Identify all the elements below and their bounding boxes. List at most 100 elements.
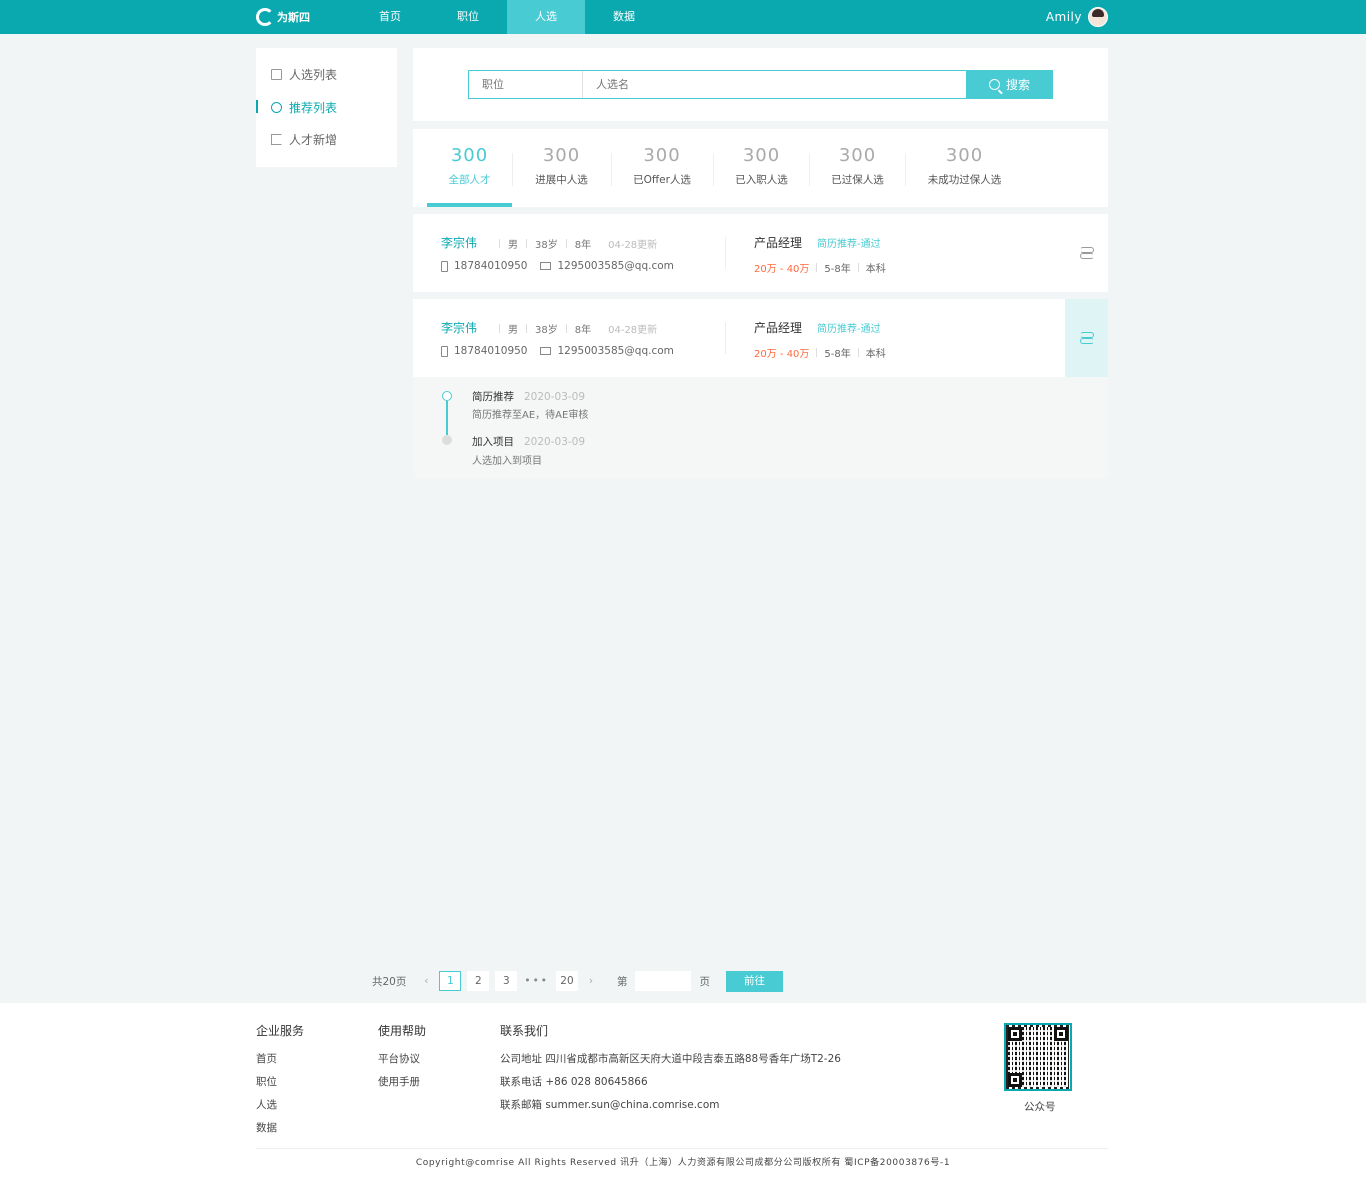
page-button[interactable]: 3 (495, 971, 518, 991)
tab-all[interactable]: 300 全部人才 (427, 129, 512, 207)
nav-candidates[interactable]: 人选 (507, 0, 585, 34)
sidebar-item-label: 推荐列表 (289, 100, 338, 115)
job-title: 产品经理 (754, 321, 803, 335)
mail-icon (539, 347, 551, 355)
candidate-contact: 18784010950 1295003585@qq.com (441, 260, 674, 272)
avatar[interactable] (1088, 7, 1108, 27)
candidate-name[interactable]: 李宗伟 (441, 319, 477, 336)
search-button-label: 搜索 (1005, 78, 1030, 92)
candidate-meta: 男 38岁 8年 04-28更新 (491, 321, 657, 336)
status-badge: 简历推荐-通过 (817, 324, 881, 335)
candidate-meta: 男 38岁 8年 04-28更新 (491, 236, 657, 251)
footer-col-contact: 联系我们 公司地址 四川省成都市高新区天府大道中段吉泰五路88号香年广场T2-2… (500, 1022, 841, 1122)
tab-label: 全部人才 (448, 174, 491, 186)
candidate-card[interactable]: 李宗伟 男 38岁 8年 04-28更新 18784010950 1295003… (413, 299, 1108, 377)
divider (526, 324, 527, 333)
phone-icon (441, 260, 448, 272)
candidate-updated: 04-28更新 (608, 325, 658, 336)
footer: 企业服务 首页 职位 人选 数据 使用帮助 平台协议 使用手册 联系我们 公司地… (0, 1003, 1366, 1180)
nav-positions[interactable]: 职位 (429, 0, 507, 34)
candidate-phone: 18784010950 (454, 345, 528, 357)
swap-icon (1079, 332, 1094, 344)
candidate-gender: 男 (508, 240, 518, 251)
tab-guaranteed[interactable]: 300 已过保人选 (810, 129, 905, 207)
candidate-name-input[interactable] (583, 71, 966, 98)
candidate-gender: 男 (508, 325, 518, 336)
divider (816, 263, 818, 272)
more-pages-icon[interactable]: ••• (524, 975, 549, 987)
salary-range: 20万 - 40万 (754, 349, 810, 360)
logo[interactable]: 为斯四 (256, 6, 312, 28)
page-button[interactable]: 20 (555, 971, 578, 991)
divider (857, 348, 859, 357)
sidebar-item-add-talent[interactable]: 人才新增 (256, 127, 397, 151)
footer-col-help: 使用帮助 平台协议 使用手册 (378, 1022, 426, 1099)
prev-page-icon[interactable]: ‹ (416, 975, 436, 987)
user-menu[interactable]: Amily (1046, 7, 1108, 27)
tab-onboarded[interactable]: 300 已入职人选 (714, 129, 809, 207)
timeline-event-date: 2020-03-09 (524, 391, 586, 403)
years-required: 5-8年 (824, 349, 851, 360)
tab-label: 已入职人选 (735, 174, 788, 186)
page-button[interactable]: 2 (467, 971, 490, 991)
page-button[interactable]: 1 (439, 971, 462, 991)
position-search-input[interactable] (469, 71, 583, 98)
goto-prefix: 第 (616, 975, 628, 988)
tab-failed-guarantee[interactable]: 300 未成功过保人选 (906, 129, 1023, 207)
divider (725, 322, 726, 354)
top-navbar: 为斯四 首页 职位 人选 数据 Amily (0, 0, 1366, 34)
logo-text: 为斯四 (277, 10, 310, 24)
footer-link[interactable]: 人选 (256, 1099, 304, 1112)
footer-link[interactable]: 平台协议 (378, 1053, 426, 1066)
candidate-contact: 18784010950 1295003585@qq.com (441, 345, 674, 357)
progress-timeline: 简历推荐 2020-03-09 简历推荐至AE，待AE审核 加入项目 2020-03… (413, 377, 1108, 478)
divider (565, 239, 567, 248)
sidebar-item-recommend-list[interactable]: 推荐列表 (256, 95, 397, 119)
qr-corner (1054, 1027, 1068, 1041)
goto-button[interactable]: 前往 (725, 970, 783, 992)
qr-code (1004, 1023, 1072, 1091)
divider (499, 324, 500, 333)
footer-link[interactable]: 首页 (256, 1053, 304, 1066)
company-phone: 联系电话 +86 028 80645866 (500, 1076, 648, 1088)
nav-data[interactable]: 数据 (585, 0, 663, 34)
qr-caption: 公众号 (1024, 1101, 1056, 1113)
timeline-dot (442, 435, 452, 445)
tab-in-progress[interactable]: 300 进展中人选 (513, 129, 610, 207)
goto-page-input[interactable] (635, 971, 692, 991)
toggle-progress-button[interactable] (1065, 299, 1108, 377)
footer-heading: 联系我们 (500, 1024, 549, 1038)
candidate-card[interactable]: 李宗伟 男 38岁 8年 04-28更新 18784010950 1295003… (413, 214, 1108, 292)
search-box: 搜索 (468, 70, 1053, 99)
page-total: 共20页 (372, 975, 407, 988)
candidate-age: 38岁 (535, 325, 558, 336)
user-circle-icon (271, 101, 282, 113)
tab-label: 进展中人选 (535, 174, 588, 186)
goto-suffix: 页 (699, 975, 710, 988)
qr-corner (1008, 1073, 1022, 1087)
user-name[interactable]: Amily (1046, 10, 1082, 24)
tab-count: 300 (542, 145, 581, 166)
tab-offer[interactable]: 300 已Offer人选 (612, 129, 712, 207)
search-button[interactable]: 搜索 (966, 70, 1053, 99)
timeline-event-name: 加入项目 (472, 436, 514, 448)
swap-icon (1079, 247, 1094, 259)
footer-link[interactable]: 使用手册 (378, 1076, 426, 1089)
divider (499, 239, 500, 248)
footer-link[interactable]: 数据 (256, 1122, 304, 1135)
candidate-name[interactable]: 李宗伟 (441, 234, 477, 251)
nav-home[interactable]: 首页 (351, 0, 429, 34)
timeline-dot-active (442, 391, 452, 401)
add-talent-icon (271, 133, 282, 145)
mail-icon (539, 262, 551, 270)
tab-count: 300 (838, 145, 877, 166)
next-page-icon[interactable]: › (581, 975, 601, 987)
footer-link[interactable]: 职位 (256, 1076, 304, 1089)
candidate-phone: 18784010950 (454, 260, 528, 272)
timeline-event-title: 加入项目 2020-03-09 (472, 434, 585, 449)
job-requirements: 20万 - 40万 5-8年 本科 (754, 345, 886, 360)
toggle-progress-button[interactable] (1065, 214, 1108, 292)
sidebar-item-candidate-list[interactable]: 人选列表 (256, 62, 397, 86)
